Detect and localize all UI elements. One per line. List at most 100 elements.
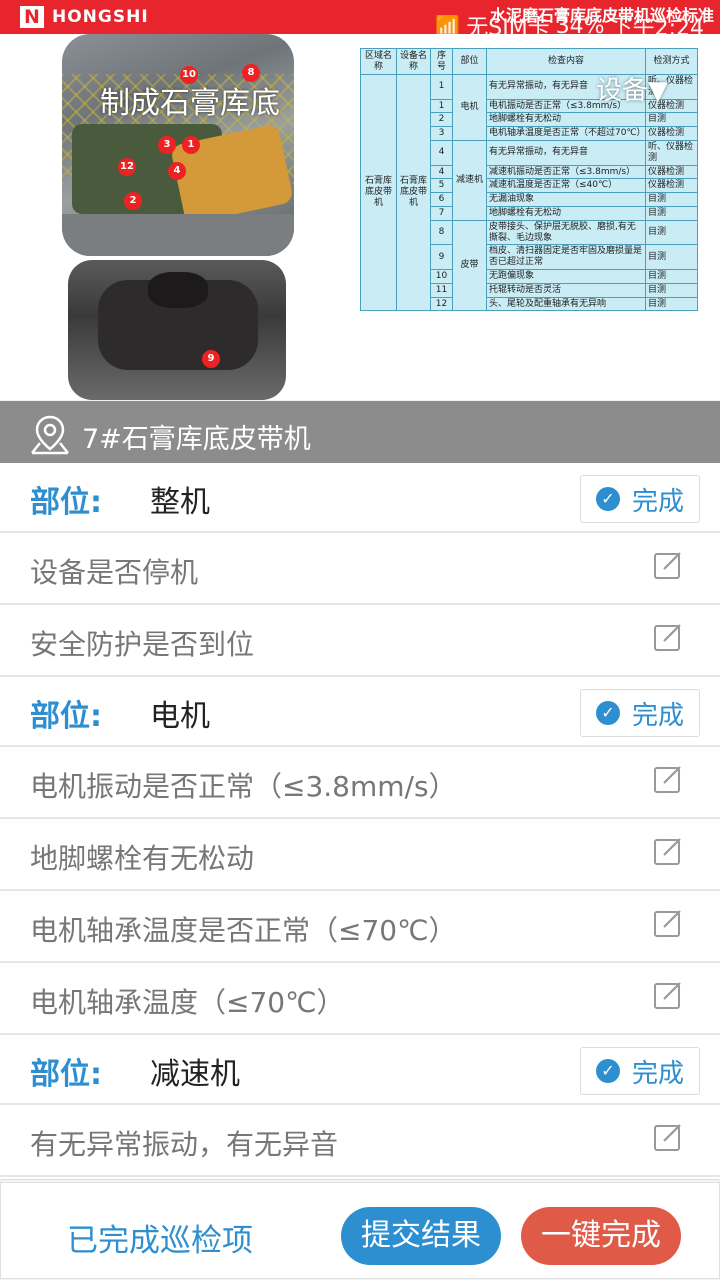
content-cell: 托辊转动是否灵活	[486, 282, 646, 298]
content-cell: 减速机振动是否正常（≤3.8mm/s）	[486, 164, 646, 180]
row-number: 11	[430, 282, 453, 298]
section-label: 部位:	[30, 699, 102, 734]
edit-icon[interactable]	[652, 549, 684, 581]
photo-lump	[148, 272, 208, 308]
brand-name: HONGSHI	[52, 7, 149, 27]
row-number: 2	[430, 112, 453, 128]
col-part: 部位	[452, 48, 487, 75]
one-key-complete-button[interactable]: 一键完成	[521, 1207, 681, 1265]
marker-1: 1	[182, 136, 200, 154]
area-cell: 石膏库底皮带机	[360, 73, 397, 312]
method-cell: 仪器检测	[645, 178, 698, 194]
check-circle-icon: ✓	[595, 701, 620, 725]
complete-section-button[interactable]: ✓ 完成	[580, 475, 700, 523]
page-title: 水泥磨石膏库底皮带机巡检标准	[489, 6, 714, 25]
method-cell: 目测	[645, 282, 698, 298]
marker-12: 12	[118, 158, 136, 176]
col-device: 设备名称	[396, 48, 431, 75]
inspection-item-label: 电机轴承温度是否正常（≤70℃）	[30, 914, 457, 947]
edit-icon[interactable]	[652, 907, 684, 939]
section-name: 整机	[150, 485, 210, 520]
inspection-item[interactable]: 安全防护是否到位	[0, 605, 720, 677]
row-number: 5	[430, 178, 453, 194]
equipment-photo: 10 8 3 1 12 4 2	[62, 34, 294, 256]
method-cell: 目测	[645, 296, 698, 312]
part-cell: 减速机	[452, 139, 487, 221]
edit-icon[interactable]	[652, 979, 684, 1011]
method-cell: 目测	[645, 244, 698, 270]
method-cell: 目测	[645, 112, 698, 128]
row-number: 7	[430, 205, 453, 221]
edit-icon[interactable]	[652, 763, 684, 795]
row-number: 12	[430, 296, 453, 312]
method-cell: 目测	[645, 192, 698, 207]
method-cell: 目测	[645, 268, 698, 284]
complete-label: 完成	[631, 700, 684, 731]
content-cell: 有无异常振动，有无异音	[486, 139, 646, 166]
col-no: 序号	[430, 48, 453, 75]
edit-icon[interactable]	[652, 1121, 684, 1153]
method-cell: 仪器检测	[645, 164, 698, 180]
row-number: 1	[430, 98, 453, 114]
inspection-item-label: 电机振动是否正常（≤3.8mm/s）	[30, 770, 457, 803]
check-circle-icon: ✓	[595, 1059, 620, 1083]
completed-items-link[interactable]: 已完成巡检项	[67, 1215, 253, 1260]
section-header: 部位: 整机 ✓ 完成	[0, 463, 720, 533]
section-label: 部位:	[30, 485, 102, 520]
row-number: 6	[430, 192, 453, 207]
row-number: 10	[430, 268, 453, 284]
part-cell: 皮带	[452, 219, 487, 312]
content-cell: 地脚螺栓有无松动	[486, 112, 646, 128]
row-number: 8	[430, 219, 453, 246]
edit-icon[interactable]	[652, 835, 684, 867]
content-cell: 减速机温度是否正常（≤40℃）	[486, 178, 646, 194]
inspection-item-label: 安全防护是否到位	[30, 628, 255, 661]
method-cell: 仪器检测	[645, 126, 698, 141]
content-cell: 头、尾轮及配重轴承有无异响	[486, 296, 646, 312]
section-name: 减速机	[150, 1057, 240, 1092]
inspection-item[interactable]: 电机振动是否正常（≤3.8mm/s）	[0, 747, 720, 819]
part-cell: 电机	[452, 74, 487, 141]
inspection-item-label: 地脚螺栓有无松动	[30, 842, 255, 875]
location-bar: 7#石膏库底皮带机	[0, 401, 720, 463]
section-label: 部位:	[30, 1057, 102, 1092]
inspection-item[interactable]: 有无异常振动，有无异音	[0, 1105, 720, 1177]
bottom-action-bar: 已完成巡检项 提交结果 一键完成	[0, 1179, 720, 1280]
inspection-item-label: 有无异常振动，有无异音	[30, 1128, 339, 1161]
logo-mark: N	[20, 6, 44, 28]
inspection-standard-header: 10 8 3 1 12 4 2 制成石膏库底 9 区域名称 设备名称 序号 部位…	[0, 34, 720, 400]
complete-label: 完成	[631, 1058, 684, 1089]
device-select[interactable]: 设备▼	[596, 70, 668, 107]
device-cell: 石膏库底皮带机	[396, 73, 431, 312]
marker-4: 4	[168, 162, 186, 180]
belt-photo: 9	[68, 260, 286, 400]
row-number: 9	[430, 244, 453, 270]
inspection-item[interactable]: 设备是否停机	[0, 533, 720, 605]
inspection-item-label: 电机轴承温度（≤70℃）	[30, 986, 345, 1019]
complete-section-button[interactable]: ✓ 完成	[580, 689, 700, 737]
edit-icon[interactable]	[652, 621, 684, 653]
inspection-item[interactable]: 地脚螺栓有无松动	[0, 819, 720, 891]
photo-caption: 制成石膏库底	[100, 86, 280, 121]
inspection-item[interactable]: 电机轴承温度是否正常（≤70℃）	[0, 891, 720, 963]
content-cell: 电机轴承温度是否正常（不超过70℃）	[486, 126, 646, 141]
section-header: 部位: 减速机 ✓ 完成	[0, 1035, 720, 1105]
row-number: 3	[430, 126, 453, 141]
content-cell: 无漏油现象	[486, 192, 646, 207]
content-cell: 档皮、清扫器固定是否牢固及磨损量是否已超过正常	[486, 244, 646, 270]
content-cell: 地脚螺栓有无松动	[486, 205, 646, 221]
submit-results-button[interactable]: 提交结果	[341, 1207, 501, 1265]
status-bar: N HONGSHI 📶 无SIM卡 34% 下午2:24 水泥磨石膏库底皮带机巡…	[0, 0, 720, 41]
content-cell: 无跑偏现象	[486, 268, 646, 284]
inspection-item-label: 设备是否停机	[30, 556, 199, 589]
inspection-item[interactable]: 电机轴承温度（≤70℃）	[0, 963, 720, 1035]
bottom-action-panel: 已完成巡检项 提交结果 一键完成	[0, 1182, 720, 1279]
check-circle-icon: ✓	[595, 487, 620, 511]
row-number: 4	[430, 139, 453, 166]
complete-label: 完成	[631, 486, 684, 517]
complete-section-button[interactable]: ✓ 完成	[580, 1047, 700, 1095]
location-pin-icon	[31, 415, 69, 455]
marker-2: 2	[124, 192, 142, 210]
content-cell: 皮带接头、保护层无脱胶、磨损,有无撕裂、毛边现象	[486, 219, 646, 246]
row-number: 1	[430, 74, 453, 100]
